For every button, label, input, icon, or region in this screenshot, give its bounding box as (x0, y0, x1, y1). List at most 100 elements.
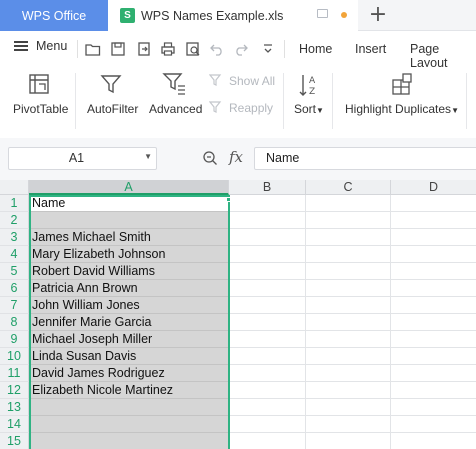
cell-a[interactable]: Robert David Williams (29, 263, 229, 280)
cell[interactable] (391, 433, 476, 449)
cell[interactable] (229, 382, 306, 399)
row-header[interactable]: 11 (0, 365, 29, 382)
tab-home[interactable]: Home (299, 42, 332, 56)
column-header-a[interactable]: A (29, 180, 229, 195)
cell[interactable] (306, 314, 391, 331)
cell[interactable] (229, 263, 306, 280)
undo-icon[interactable] (209, 41, 225, 57)
cell[interactable] (391, 399, 476, 416)
cell[interactable] (306, 416, 391, 433)
cell-a1[interactable]: Name (29, 195, 229, 212)
cell[interactable] (306, 263, 391, 280)
chevron-down-icon[interactable]: ▼ (144, 152, 152, 161)
cell[interactable] (306, 212, 391, 229)
monitor-icon[interactable] (317, 9, 328, 18)
cell[interactable] (391, 314, 476, 331)
cell[interactable] (391, 297, 476, 314)
row-header[interactable]: 5 (0, 263, 29, 280)
cell[interactable] (306, 433, 391, 449)
cell[interactable] (306, 246, 391, 263)
row-header[interactable]: 7 (0, 297, 29, 314)
cell-a[interactable] (29, 416, 229, 433)
cell[interactable] (229, 229, 306, 246)
insert-function-icon[interactable]: fx (229, 148, 243, 166)
row-header[interactable]: 6 (0, 280, 29, 297)
row-header[interactable]: 2 (0, 212, 29, 229)
row-header[interactable]: 15 (0, 433, 29, 449)
save-icon[interactable] (110, 41, 126, 57)
cell[interactable] (229, 280, 306, 297)
cell[interactable] (306, 331, 391, 348)
cell[interactable] (306, 365, 391, 382)
cell-a[interactable]: Michael Joseph Miller (29, 331, 229, 348)
cell[interactable] (306, 280, 391, 297)
column-header-d[interactable]: D (391, 180, 476, 195)
highlight-duplicates-button[interactable]: Highlight Duplicates▼ (345, 102, 459, 116)
cell-a[interactable]: Patricia Ann Brown (29, 280, 229, 297)
cell[interactable] (229, 433, 306, 449)
tab-wps-office[interactable]: WPS Office (0, 0, 108, 31)
cell[interactable] (229, 416, 306, 433)
cell[interactable] (306, 229, 391, 246)
customize-toolbar-icon[interactable] (262, 41, 274, 57)
cell[interactable] (229, 399, 306, 416)
autofilter-button[interactable]: AutoFilter (87, 102, 138, 116)
fill-handle[interactable] (226, 197, 231, 202)
cell[interactable] (306, 382, 391, 399)
cell[interactable] (229, 348, 306, 365)
cell-a[interactable]: David James Rodriguez (29, 365, 229, 382)
name-box[interactable]: A1 ▼ (8, 147, 157, 170)
cell-a[interactable]: Mary Elizabeth Johnson (29, 246, 229, 263)
print-icon[interactable] (160, 41, 176, 57)
cell[interactable] (306, 348, 391, 365)
cell[interactable] (391, 212, 476, 229)
row-header[interactable]: 12 (0, 382, 29, 399)
redo-icon[interactable] (233, 41, 249, 57)
cell[interactable] (391, 246, 476, 263)
row-header[interactable]: 3 (0, 229, 29, 246)
cell[interactable] (229, 297, 306, 314)
cell[interactable] (391, 263, 476, 280)
cell-a[interactable]: Elizabeth Nicole Martinez (29, 382, 229, 399)
show-all-button[interactable]: Show All (229, 74, 275, 88)
cell-a[interactable]: Jennifer Marie Garcia (29, 314, 229, 331)
cell[interactable] (229, 246, 306, 263)
tab-page-layout[interactable]: Page Layout (410, 42, 476, 70)
formula-input[interactable]: Name (254, 147, 476, 170)
column-header-b[interactable]: B (229, 180, 306, 195)
row-header[interactable]: 4 (0, 246, 29, 263)
cell[interactable] (391, 416, 476, 433)
cell[interactable] (306, 297, 391, 314)
new-tab-button[interactable]: + (368, 3, 388, 27)
cell[interactable] (229, 365, 306, 382)
cell-a[interactable]: James Michael Smith (29, 229, 229, 246)
cell[interactable] (229, 195, 306, 212)
cell[interactable] (306, 195, 391, 212)
row-header[interactable]: 8 (0, 314, 29, 331)
cell-a[interactable]: Linda Susan Davis (29, 348, 229, 365)
tab-insert[interactable]: Insert (355, 42, 386, 56)
row-header[interactable]: 14 (0, 416, 29, 433)
cell-a[interactable] (29, 212, 229, 229)
row-header[interactable]: 9 (0, 331, 29, 348)
cell[interactable] (391, 331, 476, 348)
cell[interactable] (229, 331, 306, 348)
cell-a[interactable]: John William Jones (29, 297, 229, 314)
cell[interactable] (391, 382, 476, 399)
reapply-button[interactable]: Reapply (229, 101, 273, 115)
cell-a[interactable] (29, 399, 229, 416)
cell[interactable] (229, 314, 306, 331)
row-header[interactable]: 10 (0, 348, 29, 365)
cell[interactable] (391, 229, 476, 246)
spreadsheet-grid[interactable]: A B C D 1 Name 2 3 James Michael Smith 4 Mary … (0, 180, 476, 449)
cell[interactable] (391, 348, 476, 365)
cell[interactable] (391, 365, 476, 382)
cell-a[interactable] (29, 433, 229, 449)
advanced-filter-button[interactable]: Advanced (149, 102, 202, 116)
row-header[interactable]: 13 (0, 399, 29, 416)
row-header[interactable]: 1 (0, 195, 29, 212)
column-header-c[interactable]: C (306, 180, 391, 195)
cell[interactable] (229, 212, 306, 229)
cell[interactable] (391, 195, 476, 212)
sort-button[interactable]: Sort▼ (294, 102, 324, 116)
